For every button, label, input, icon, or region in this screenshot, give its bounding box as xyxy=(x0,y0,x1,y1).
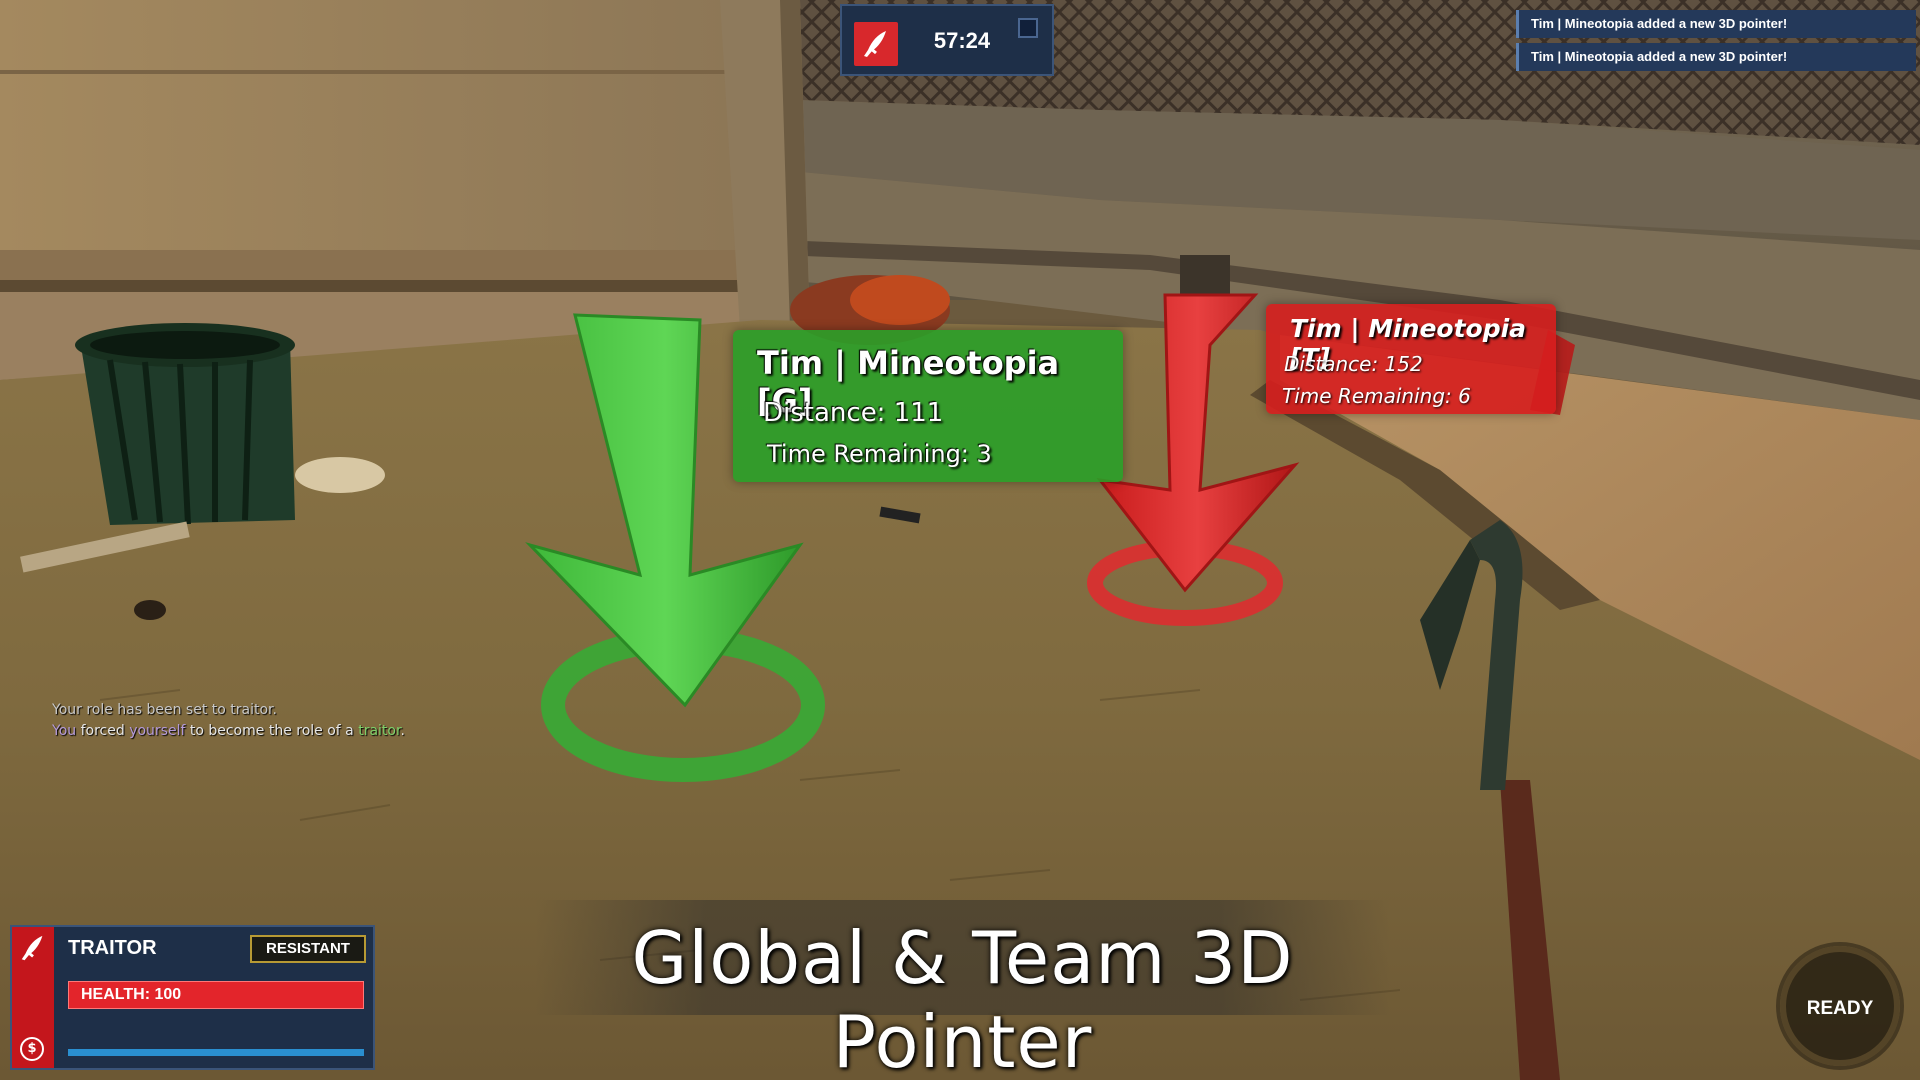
chat-text: forced xyxy=(76,723,130,739)
ready-indicator: READY xyxy=(1780,946,1900,1066)
dollar-coin-icon: $ xyxy=(20,1037,44,1061)
credit-bar-fill xyxy=(68,1049,364,1056)
chat-text: to become the role of a xyxy=(185,723,359,739)
health-label: HEALTH: 100 xyxy=(81,986,182,1003)
feature-title-panel: Global & Team 3D Pointer xyxy=(535,900,1390,1080)
health-bar: HEALTH: 100 xyxy=(68,981,364,1009)
notification-item: Tim | Mineotopia added a new 3D pointer! xyxy=(1516,10,1916,38)
chat-message: Your role has been set to traitor. xyxy=(52,700,405,721)
pointer-distance: Distance: 152 xyxy=(1284,352,1423,376)
chat-player-name: You xyxy=(52,723,77,739)
chat-message: You forced yourself to become the role o… xyxy=(52,721,405,742)
credit-bar xyxy=(68,1049,364,1056)
feature-title: Global & Team 3D Pointer xyxy=(631,916,1294,1080)
traitor-knife-icon xyxy=(854,22,898,66)
round-timer: 57:24 xyxy=(933,28,991,53)
team-pointer-label: Tim | Mineotopia [T] Distance: 152 Time … xyxy=(1266,304,1556,414)
status-badge: RESISTANT xyxy=(250,935,366,963)
traitor-knife-icon xyxy=(21,935,43,961)
role-name: TRAITOR xyxy=(68,937,157,959)
pointer-time-remaining: Time Remaining: 3 xyxy=(767,440,992,468)
notification-feed: Tim | Mineotopia added a new 3D pointer!… xyxy=(1516,10,1916,76)
role-color-strip: $ xyxy=(12,927,54,1068)
status-indicator xyxy=(1018,18,1038,38)
ready-label: READY xyxy=(1806,998,1874,1019)
chat-text: . xyxy=(400,723,405,739)
chat-text: Your role has been set to traitor. xyxy=(52,702,277,718)
round-timer-panel: 57:24 xyxy=(840,4,1054,76)
chat-role-name: traitor xyxy=(358,723,401,739)
notification-item: Tim | Mineotopia added a new 3D pointer! xyxy=(1516,43,1916,71)
pointer-distance: Distance: 111 xyxy=(763,398,944,428)
global-pointer-label: Tim | Mineotopia [G] Distance: 111 Time … xyxy=(733,330,1123,482)
chat-player-name: yourself xyxy=(129,723,186,739)
player-hud: $ TRAITOR RESISTANT HEALTH: 100 xyxy=(10,925,375,1070)
pointer-time-remaining: Time Remaining: 6 xyxy=(1282,384,1471,408)
chat-log: Your role has been set to traitor. You f… xyxy=(52,700,405,742)
